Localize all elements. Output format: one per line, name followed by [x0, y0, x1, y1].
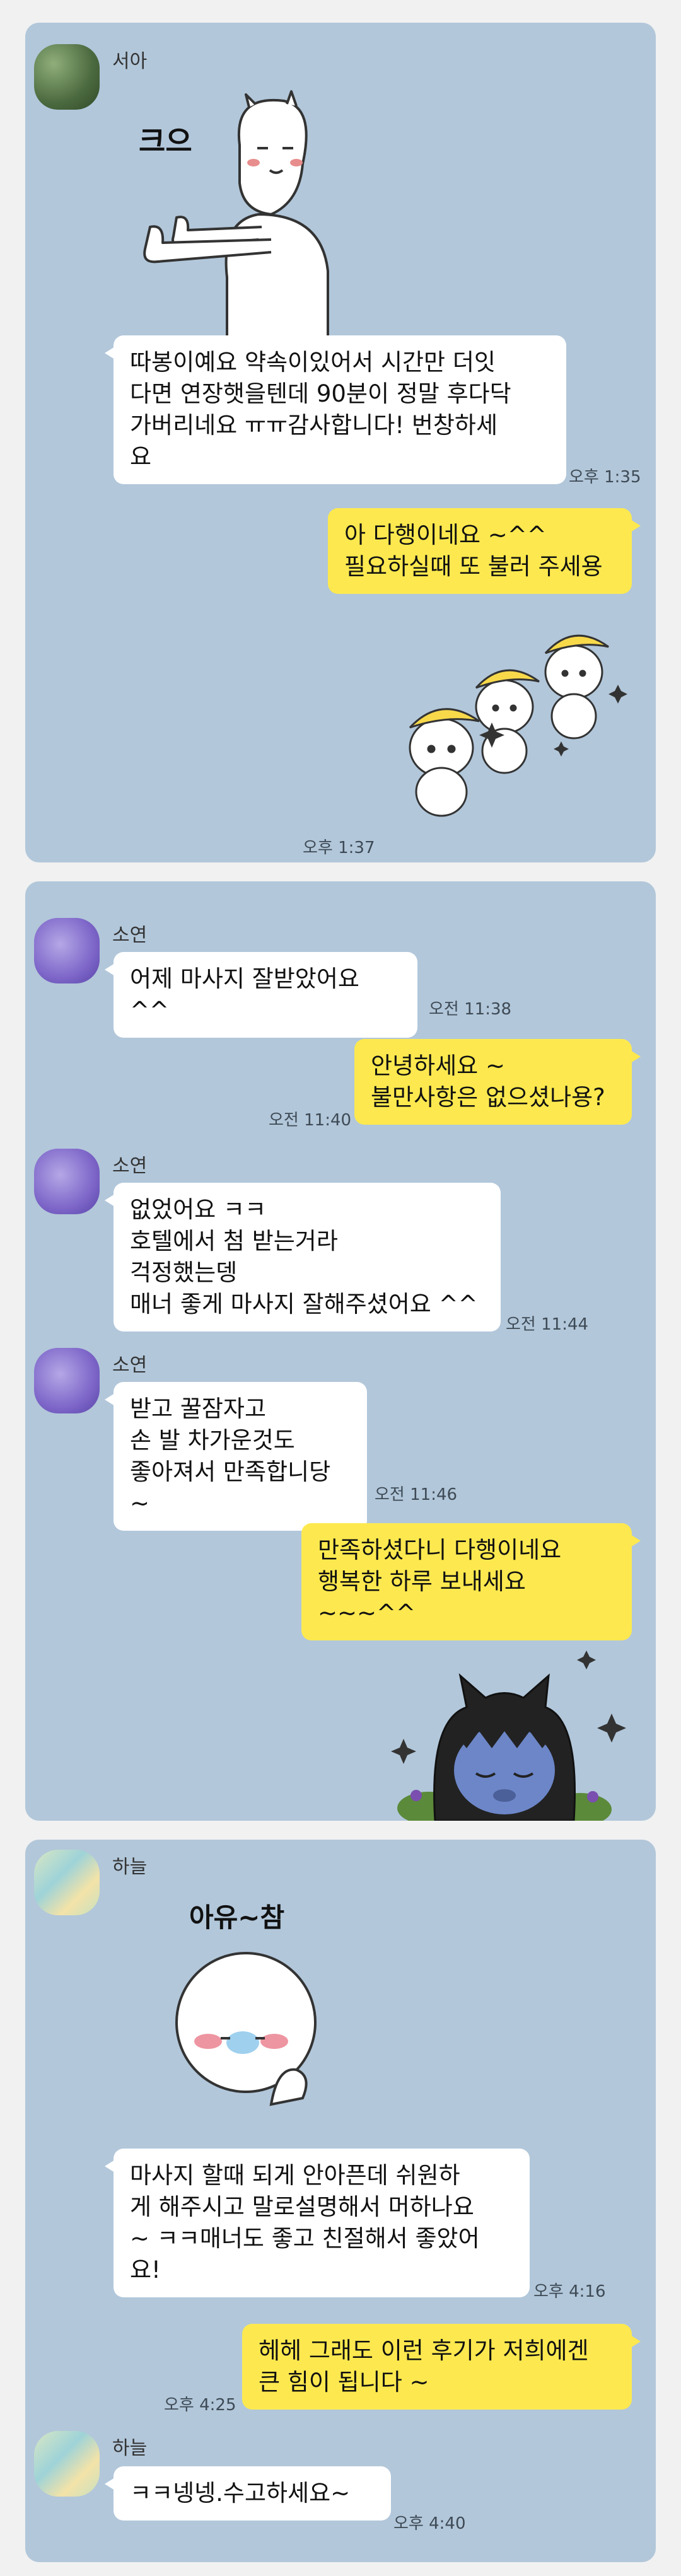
- incoming-message[interactable]: 없었어요 ㅋㅋ 호텔에서 첨 받는거라 걱정했는뎅 매너 좋게 마사지 잘해주셨…: [105, 1183, 501, 1332]
- outgoing-message[interactable]: 안녕하세요 ~ 불만사항은 없으셨나용?: [354, 1039, 641, 1125]
- sticker-caption: 크으: [139, 124, 192, 158]
- sender-name: 서아: [112, 50, 148, 73]
- message-timestamp: 오후 1:35: [569, 468, 641, 487]
- sender-name: 소연: [112, 924, 148, 946]
- incoming-message[interactable]: 받고 꿀잠자고 손 발 차가운것도 좋아져서 만족합니당 ~: [105, 1382, 367, 1531]
- chat-panel-1: 서아 크으 따봉이예요 약속이있어서 시간만 더잇 다면 연장햇을텐데 90분이…: [25, 23, 656, 862]
- outgoing-message[interactable]: 아 다행이네요 ~^^ 필요하실때 또 불러 주세용: [328, 508, 641, 594]
- sender-name: 소연: [112, 1354, 148, 1376]
- message-timestamp: 오전 11:38: [429, 1000, 512, 1019]
- message-timestamp: 오전 11:44: [506, 1315, 589, 1334]
- profile-avatar[interactable]: [34, 1348, 100, 1413]
- profile-avatar[interactable]: [34, 2431, 100, 2497]
- incoming-message[interactable]: ㅋㅋ넹넹.수고하세요~: [105, 2466, 391, 2521]
- message-timestamp: 오후 1:37: [303, 838, 375, 857]
- incoming-message[interactable]: 마사지 할때 되게 안아픈데 쉬원하 게 해주시고 말로설명해서 머하나요 ~ …: [105, 2149, 530, 2297]
- sender-name: 하늘: [112, 1856, 148, 1878]
- banana-hat-bunnies-icon: [409, 634, 627, 817]
- blushing-round-face-sticker: 아유~참: [151, 1896, 359, 2111]
- outgoing-message[interactable]: 헤헤 그래도 이런 후기가 저희에겐 큰 힘이 됩니다 ~: [242, 2324, 641, 2410]
- sleeping-cat-icon: [391, 1651, 626, 1821]
- profile-avatar[interactable]: [34, 1850, 100, 1915]
- message-timestamp: 오후 4:16: [533, 2282, 606, 2301]
- message-timestamp: 오전 11:46: [375, 1485, 458, 1504]
- incoming-message[interactable]: 어제 마사지 잘받았어요 ^^: [105, 952, 417, 1038]
- message-timestamp: 오후 4:40: [393, 2514, 466, 2533]
- chat-panel-3: 하늘 아유~참 마사지 할때 되게 안아픈데 쉬원하 게 해주시고 말로설명해서…: [25, 1840, 656, 2562]
- thumbs-up-character-sticker: 크으: [114, 88, 378, 342]
- profile-avatar[interactable]: [34, 44, 100, 110]
- sender-name: 하늘: [112, 2437, 148, 2459]
- profile-avatar[interactable]: [34, 918, 100, 983]
- sleeping-cat-sticker: [391, 1638, 643, 1821]
- message-timestamp: 오후 4:25: [164, 2396, 236, 2415]
- profile-avatar[interactable]: [34, 1149, 100, 1214]
- dancing-banana-hat-bunnies-sticker: [397, 609, 637, 823]
- sticker-caption: 아유~참: [189, 1902, 285, 1933]
- message-timestamp: 오전 11:40: [269, 1111, 352, 1130]
- incoming-message[interactable]: 따봉이예요 약속이있어서 시간만 더잇 다면 연장햇을텐데 90분이 정말 후다…: [105, 335, 566, 484]
- chat-panel-2: 소연 어제 마사지 잘받았어요 ^^ 오전 11:38 안녕하세요 ~ 불만사항…: [25, 881, 656, 1821]
- outgoing-message[interactable]: 만족하셨다니 다행이네요 행복한 하루 보내세요 ~~~^^: [301, 1523, 641, 1640]
- sender-name: 소연: [112, 1155, 148, 1177]
